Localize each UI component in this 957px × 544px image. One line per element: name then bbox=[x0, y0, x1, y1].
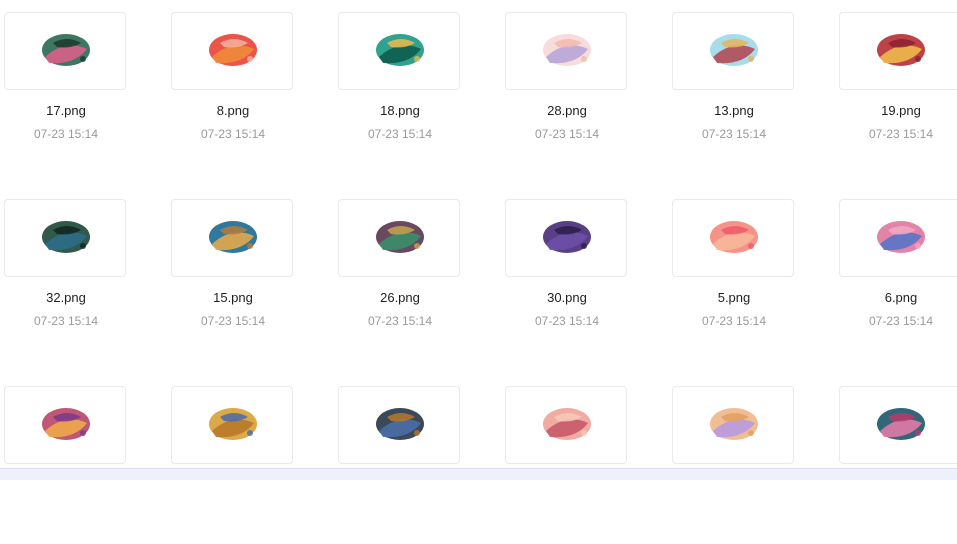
file-modified-time: 07-23 15:14 bbox=[701, 127, 767, 141]
thumbnail[interactable] bbox=[672, 12, 794, 90]
file-item[interactable]: 8.png 07-23 15:14 bbox=[171, 0, 295, 170]
file-grid: 17.png 07-23 15:14 8.png 07-23 15:14 18.png 0… bbox=[0, 0, 957, 480]
thumbnail[interactable] bbox=[4, 12, 126, 90]
paint-swatch-icon bbox=[42, 408, 90, 440]
file-item[interactable] bbox=[4, 374, 128, 544]
paint-swatch-icon bbox=[376, 221, 424, 253]
file-modified-time: 07-23 15:14 bbox=[868, 314, 934, 328]
paint-swatch-icon bbox=[543, 408, 591, 440]
paint-swatch-icon bbox=[877, 221, 925, 253]
file-name: 30.png bbox=[547, 290, 587, 305]
thumbnail[interactable] bbox=[839, 386, 957, 464]
file-item[interactable]: 18.png 07-23 15:14 bbox=[338, 0, 462, 170]
file-name: 26.png bbox=[380, 290, 420, 305]
file-item[interactable] bbox=[839, 374, 957, 544]
file-item[interactable]: 5.png 07-23 15:14 bbox=[672, 187, 796, 357]
file-name: 32.png bbox=[46, 290, 86, 305]
bottom-scroll-bar bbox=[0, 468, 957, 480]
thumbnail[interactable] bbox=[672, 199, 794, 277]
thumbnail[interactable] bbox=[171, 386, 293, 464]
paint-swatch-icon bbox=[877, 408, 925, 440]
file-item[interactable]: 32.png 07-23 15:14 bbox=[4, 187, 128, 357]
file-name: 15.png bbox=[213, 290, 253, 305]
thumbnail[interactable] bbox=[4, 199, 126, 277]
file-item[interactable] bbox=[171, 374, 295, 544]
file-name: 19.png bbox=[881, 103, 921, 118]
file-item[interactable]: 15.png 07-23 15:14 bbox=[171, 187, 295, 357]
paint-swatch-icon bbox=[209, 34, 257, 66]
paint-swatch-icon bbox=[710, 34, 758, 66]
file-item[interactable]: 28.png 07-23 15:14 bbox=[505, 0, 629, 170]
file-modified-time: 07-23 15:14 bbox=[33, 314, 99, 328]
thumbnail[interactable] bbox=[338, 386, 460, 464]
file-modified-time: 07-23 15:14 bbox=[534, 314, 600, 328]
file-item[interactable]: 17.png 07-23 15:14 bbox=[4, 0, 128, 170]
file-name: 28.png bbox=[547, 103, 587, 118]
paint-swatch-icon bbox=[710, 221, 758, 253]
file-name: 8.png bbox=[216, 103, 250, 118]
file-modified-time: 07-23 15:14 bbox=[33, 127, 99, 141]
file-modified-time: 07-23 15:14 bbox=[367, 314, 433, 328]
thumbnail[interactable] bbox=[672, 386, 794, 464]
paint-swatch-icon bbox=[877, 34, 925, 66]
file-item[interactable] bbox=[672, 374, 796, 544]
file-item[interactable]: 13.png 07-23 15:14 bbox=[672, 0, 796, 170]
thumbnail[interactable] bbox=[505, 386, 627, 464]
file-item[interactable]: 6.png 07-23 15:14 bbox=[839, 187, 957, 357]
paint-swatch-icon bbox=[543, 34, 591, 66]
file-item[interactable] bbox=[338, 374, 462, 544]
file-name: 6.png bbox=[884, 290, 918, 305]
paint-swatch-icon bbox=[209, 221, 257, 253]
thumbnail[interactable] bbox=[839, 12, 957, 90]
file-name: 18.png bbox=[380, 103, 420, 118]
file-name: 5.png bbox=[717, 290, 751, 305]
thumbnail[interactable] bbox=[505, 199, 627, 277]
paint-swatch-icon bbox=[376, 34, 424, 66]
paint-swatch-icon bbox=[42, 34, 90, 66]
file-modified-time: 07-23 15:14 bbox=[701, 314, 767, 328]
paint-swatch-icon bbox=[710, 408, 758, 440]
thumbnail[interactable] bbox=[839, 199, 957, 277]
file-modified-time: 07-23 15:14 bbox=[200, 127, 266, 141]
paint-swatch-icon bbox=[376, 408, 424, 440]
file-modified-time: 07-23 15:14 bbox=[868, 127, 934, 141]
paint-swatch-icon bbox=[42, 221, 90, 253]
thumbnail[interactable] bbox=[338, 12, 460, 90]
thumbnail[interactable] bbox=[338, 199, 460, 277]
file-name: 17.png bbox=[46, 103, 86, 118]
thumbnail[interactable] bbox=[4, 386, 126, 464]
file-modified-time: 07-23 15:14 bbox=[200, 314, 266, 328]
thumbnail[interactable] bbox=[505, 12, 627, 90]
file-modified-time: 07-23 15:14 bbox=[534, 127, 600, 141]
file-item[interactable]: 19.png 07-23 15:14 bbox=[839, 0, 957, 170]
paint-swatch-icon bbox=[209, 408, 257, 440]
file-item[interactable]: 26.png 07-23 15:14 bbox=[338, 187, 462, 357]
file-item[interactable]: 30.png 07-23 15:14 bbox=[505, 187, 629, 357]
thumbnail[interactable] bbox=[171, 12, 293, 90]
file-name: 13.png bbox=[714, 103, 754, 118]
thumbnail[interactable] bbox=[171, 199, 293, 277]
file-modified-time: 07-23 15:14 bbox=[367, 127, 433, 141]
paint-swatch-icon bbox=[543, 221, 591, 253]
file-item[interactable] bbox=[505, 374, 629, 544]
